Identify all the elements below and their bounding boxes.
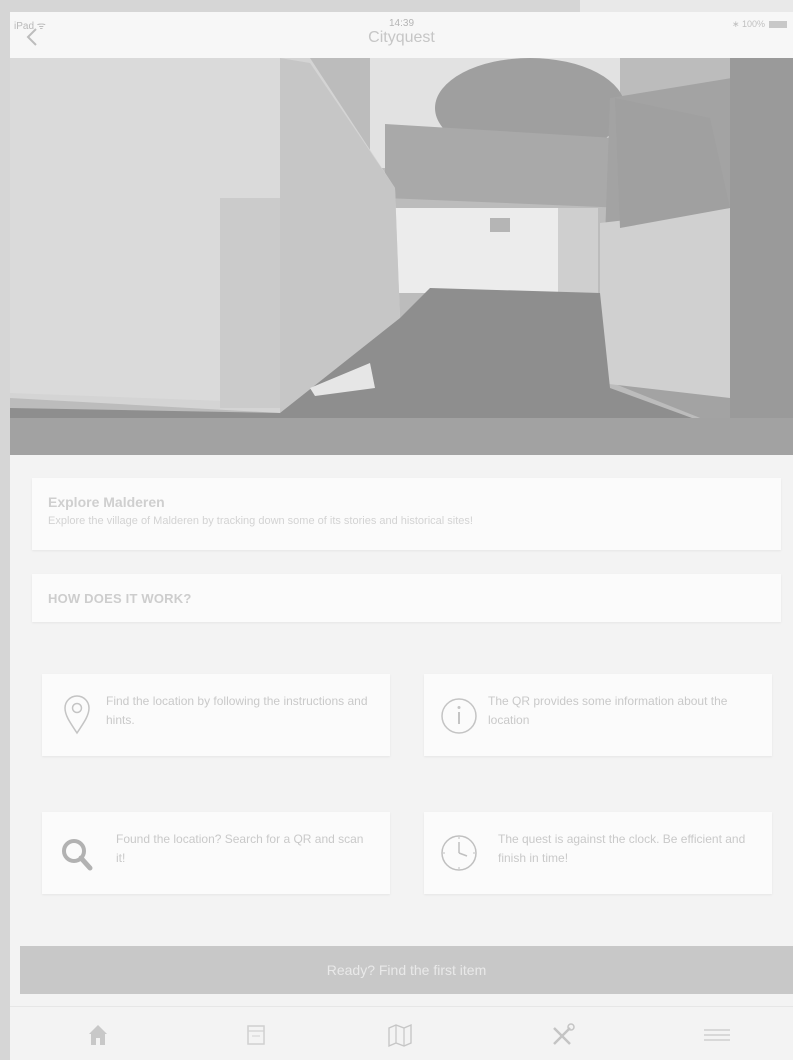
- home-icon[interactable]: [80, 1019, 116, 1051]
- quest-description: Explore the village of Malderen by track…: [48, 515, 473, 527]
- status-bar: iPad ᯤ 14:39 Cityquest ∗ 100%: [10, 12, 793, 58]
- tab-bar: [10, 1006, 793, 1060]
- feature-text-search: Found the location? Search for a QR and …: [116, 832, 364, 865]
- battery-status: ∗ 100%: [732, 19, 787, 30]
- feature-card-search: Found the location? Search for a QR and …: [42, 812, 390, 894]
- calendar-icon[interactable]: [238, 1019, 274, 1051]
- find-first-item-button[interactable]: Ready? Find the first item: [20, 946, 793, 994]
- page-title: Cityquest: [368, 29, 435, 46]
- tools-icon[interactable]: [544, 1019, 580, 1051]
- info-icon: [441, 698, 477, 734]
- location-pin-icon: [64, 695, 90, 735]
- hero-photo: [10, 58, 793, 455]
- map-icon[interactable]: [382, 1019, 418, 1051]
- quest-title: Explore Malderen: [48, 494, 165, 510]
- how-it-works-label: HOW DOES IT WORK?: [48, 591, 192, 606]
- app-window: iPad ᯤ 14:39 Cityquest ∗ 100% Explore Ma…: [10, 12, 793, 1060]
- search-icon: [62, 839, 93, 871]
- feature-card-info: The QR provides some information about t…: [424, 674, 772, 756]
- intro-card: Explore Malderen Explore the village of …: [32, 478, 781, 550]
- status-time: 14:39: [388, 18, 415, 29]
- clock-icon: [441, 835, 477, 871]
- feature-card-location: Find the location by following the instr…: [42, 674, 390, 756]
- how-it-works-header[interactable]: HOW DOES IT WORK?: [32, 574, 781, 622]
- feature-card-clock: The quest is against the clock. Be effic…: [424, 812, 772, 894]
- feature-text-clock: The quest is against the clock. Be effic…: [498, 832, 746, 865]
- battery-label: ∗ 100%: [731, 19, 765, 29]
- feature-text-info: The QR provides some information about t…: [488, 694, 728, 727]
- feature-text-location: Find the location by following the instr…: [106, 694, 368, 727]
- back-arrow-icon[interactable]: [22, 26, 44, 48]
- battery-icon: [769, 21, 787, 28]
- menu-icon[interactable]: [698, 1019, 734, 1051]
